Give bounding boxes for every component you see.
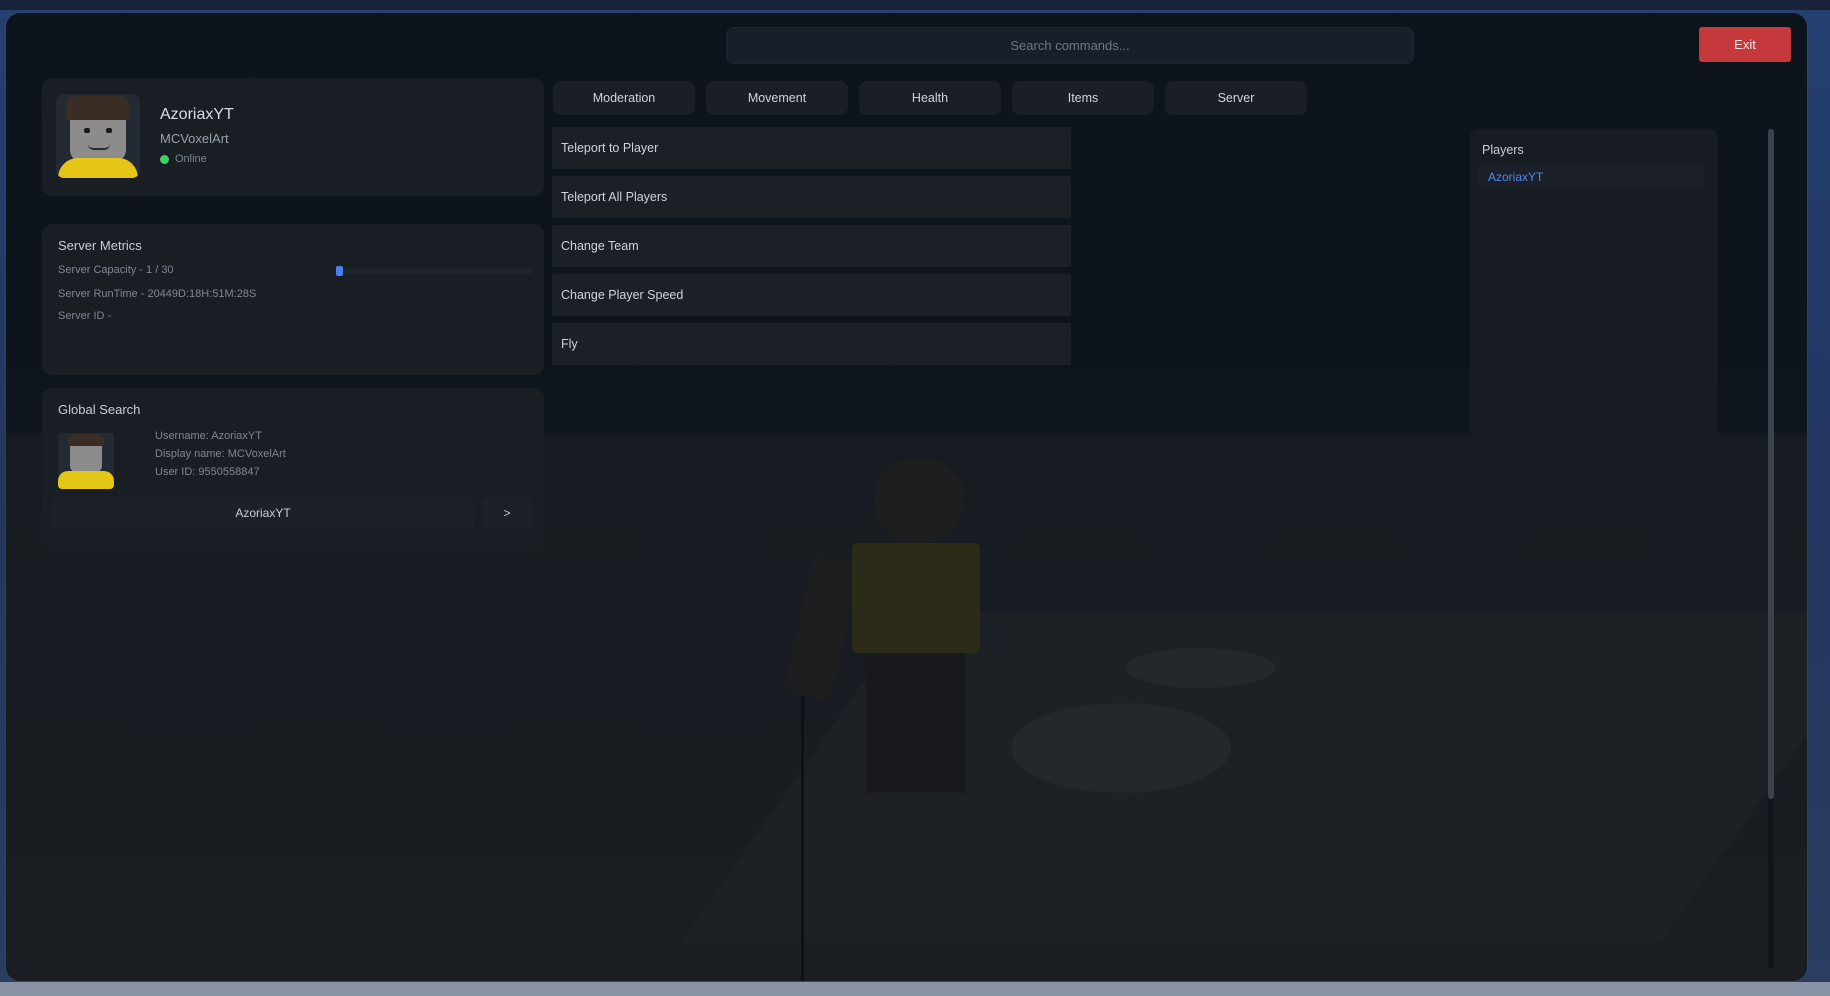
profile-username: AzoriaxYT <box>160 106 234 123</box>
global-search-avatar <box>58 433 114 489</box>
command-change-player-speed[interactable]: Change Player Speed <box>552 274 1071 316</box>
avatar-arm <box>783 554 861 702</box>
player-list-item[interactable]: AzoriaxYT <box>1478 164 1704 190</box>
tab-server[interactable]: Server <box>1165 81 1307 115</box>
server-capacity-bar <box>336 266 534 276</box>
scene-pole <box>801 633 804 981</box>
admin-panel-window: Exit AzoriaxYT MCVoxelArt Online Server … <box>6 13 1807 981</box>
avatar-hair <box>68 434 104 446</box>
command-fly[interactable]: Fly <box>552 323 1071 365</box>
global-search-username: Username: AzoriaxYT <box>155 430 262 442</box>
avatar-hair <box>66 96 130 120</box>
command-teleport-to-player[interactable]: Teleport to Player <box>552 127 1071 169</box>
scene-shadow <box>1126 648 1276 688</box>
avatar-eye <box>106 128 112 133</box>
avatar <box>56 94 140 178</box>
server-capacity-label: Server Capacity - 1 / 30 <box>58 264 174 276</box>
command-search[interactable] <box>726 27 1414 64</box>
profile-status: Online <box>160 153 207 165</box>
global-search-input[interactable]: AzoriaxYT <box>52 498 474 528</box>
game-viewport: Exit AzoriaxYT MCVoxelArt Online Server … <box>0 0 1830 996</box>
avatar-eye <box>84 128 90 133</box>
avatar-shirt <box>58 158 138 178</box>
command-search-input[interactable] <box>727 27 1413 64</box>
players-panel: Players AzoriaxYT <box>1470 129 1718 449</box>
bottom-strip <box>0 982 1830 996</box>
profile-card: AzoriaxYT MCVoxelArt Online <box>42 78 544 196</box>
command-change-team[interactable]: Change Team <box>552 225 1071 267</box>
scene-floor <box>680 613 1807 943</box>
avatar-mouth <box>88 144 110 150</box>
global-search-user-id: User ID: 9550558847 <box>155 466 260 478</box>
server-metrics-card: Server Metrics Server Capacity - 1 / 30 … <box>42 224 544 375</box>
server-runtime-label: Server RunTime - 20449D:18H:51M:28S <box>58 288 257 300</box>
exit-button[interactable]: Exit <box>1699 27 1791 62</box>
avatar-legs <box>866 653 966 793</box>
tab-health[interactable]: Health <box>859 81 1001 115</box>
avatar-head <box>874 458 964 543</box>
scrollbar-thumb[interactable] <box>1768 129 1774 799</box>
server-id-label: Server ID - <box>58 310 112 322</box>
global-search-go-button[interactable]: > <box>482 498 532 528</box>
online-status-dot-icon <box>160 154 169 164</box>
global-search-title: Global Search <box>58 402 141 417</box>
top-strip <box>0 0 1830 10</box>
command-teleport-all-players[interactable]: Teleport All Players <box>552 176 1071 218</box>
profile-display-name: MCVoxelArt <box>160 131 229 146</box>
players-panel-title: Players <box>1482 143 1524 157</box>
avatar-shirt <box>58 471 114 489</box>
server-metrics-title: Server Metrics <box>58 238 142 253</box>
avatar-torso <box>852 543 980 653</box>
global-search-display-name: Display name: MCVoxelArt <box>155 448 286 460</box>
scene-shadow <box>1011 703 1231 793</box>
tab-moderation[interactable]: Moderation <box>553 81 695 115</box>
global-search-card: Global Search Username: AzoriaxYT Displa… <box>42 388 544 550</box>
profile-status-label: Online <box>175 153 207 165</box>
tab-items[interactable]: Items <box>1012 81 1154 115</box>
server-capacity-fill <box>336 266 343 276</box>
tab-movement[interactable]: Movement <box>706 81 848 115</box>
